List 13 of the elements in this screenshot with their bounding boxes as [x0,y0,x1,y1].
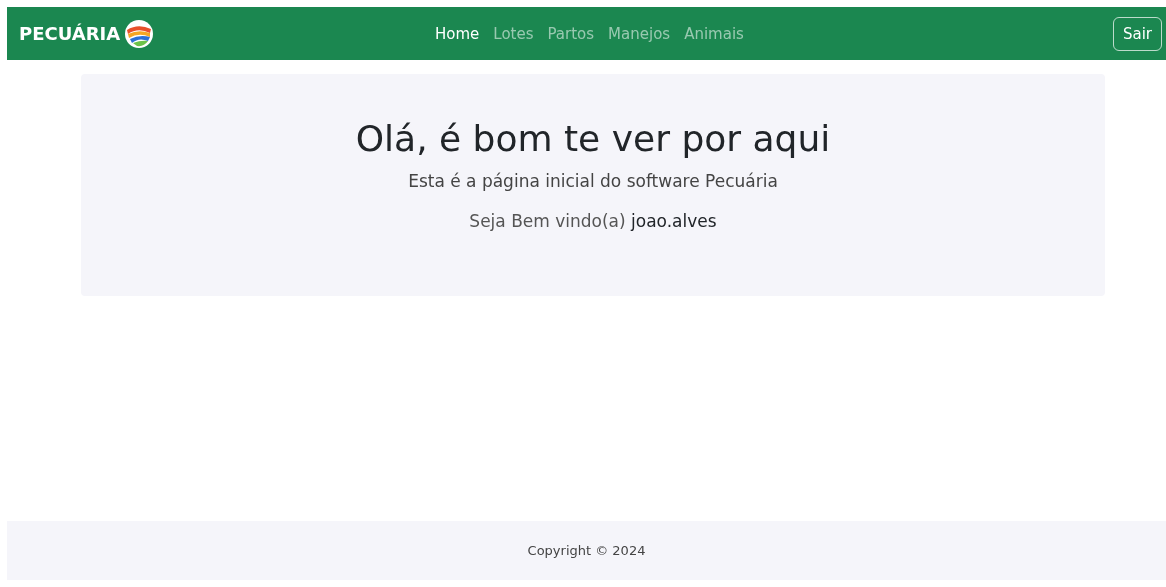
nav-link[interactable]: Lotes [493,24,534,43]
username: joao.alves [631,211,717,231]
welcome-heading: Olá, é bom te ver por aqui [355,118,831,159]
logout-button[interactable]: Sair [1112,16,1162,51]
nav-link[interactable]: Animais [684,24,744,43]
nav-link[interactable]: Home [435,24,480,43]
brand-name[interactable]: PECUÁRIA [19,23,121,44]
globe-logo-icon [124,18,155,49]
nav-link[interactable]: Partos [547,24,595,43]
copyright-text: Copyright © 2024 [527,543,646,558]
nav-link[interactable]: Manejos [608,24,671,43]
welcome-text: Seja Bem vindo(a) [469,211,626,231]
subtitle-text: Esta é a página inicial do software Pecuária [408,171,778,191]
